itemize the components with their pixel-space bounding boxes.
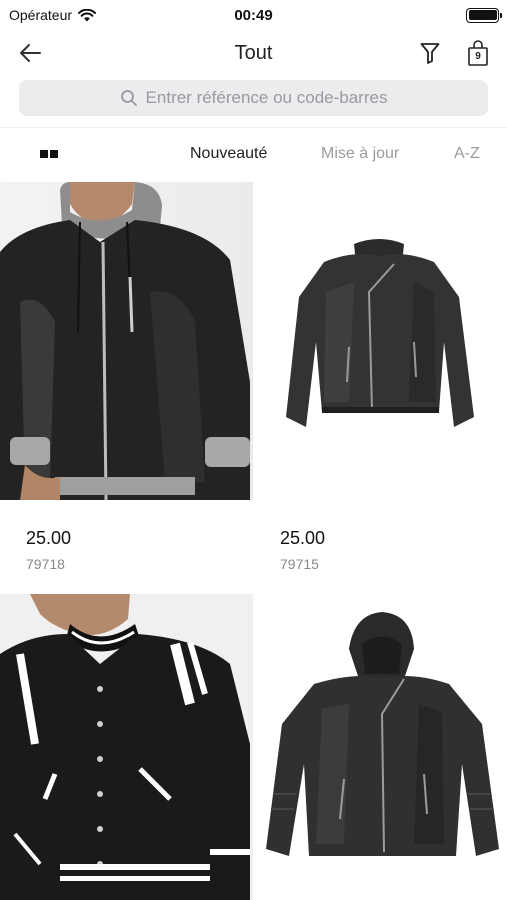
sort-option-newest[interactable]: Nouveauté: [190, 145, 267, 163]
cart-count-badge: 9: [475, 51, 481, 62]
black-hooded-jacket-photo: [254, 594, 507, 900]
search-placeholder: Entrer référence ou code-barres: [145, 88, 388, 107]
product-price: 25.00: [26, 528, 72, 548]
product-card[interactable]: [0, 594, 253, 900]
black-varsity-jacket-on-model-photo: [0, 594, 253, 900]
product-reference: 79718: [26, 556, 65, 572]
product-grid: 25.00 79718 25.00 79715: [0, 182, 507, 900]
cart-button[interactable]: 9: [466, 39, 490, 67]
product-price: 25.00: [280, 528, 326, 548]
carrier-label: Opérateur: [9, 7, 73, 23]
status-left: Opérateur: [9, 7, 97, 23]
filter-button[interactable]: [418, 40, 442, 66]
sort-bar: Nouveauté Mise à jour A-Z: [0, 128, 507, 182]
sort-option-alphabetical[interactable]: A-Z: [454, 145, 480, 163]
search-input[interactable]: Entrer référence ou code-barres: [19, 80, 488, 116]
product-reference: 79715: [280, 556, 319, 572]
back-button[interactable]: [16, 40, 44, 66]
navigation-bar: Tout 9: [0, 30, 507, 76]
wifi-icon: [78, 8, 97, 21]
arrow-left-icon: [20, 44, 41, 62]
search-icon: [120, 90, 137, 106]
status-bar: Opérateur 00:49: [0, 0, 507, 30]
black-biker-jacket-photo: [254, 182, 507, 500]
product-card[interactable]: 25.00 79718: [0, 182, 253, 594]
battery-icon: [466, 7, 502, 23]
search-container: Entrer référence ou code-barres: [0, 76, 507, 128]
product-card[interactable]: 25.00 79715: [254, 182, 507, 594]
filter-funnel-icon: [420, 43, 440, 64]
black-leather-jacket-on-model-photo: [0, 182, 253, 500]
product-card[interactable]: [254, 594, 507, 900]
sort-option-updated[interactable]: Mise à jour: [321, 145, 399, 163]
grid-view-toggle-icon[interactable]: [40, 150, 58, 158]
